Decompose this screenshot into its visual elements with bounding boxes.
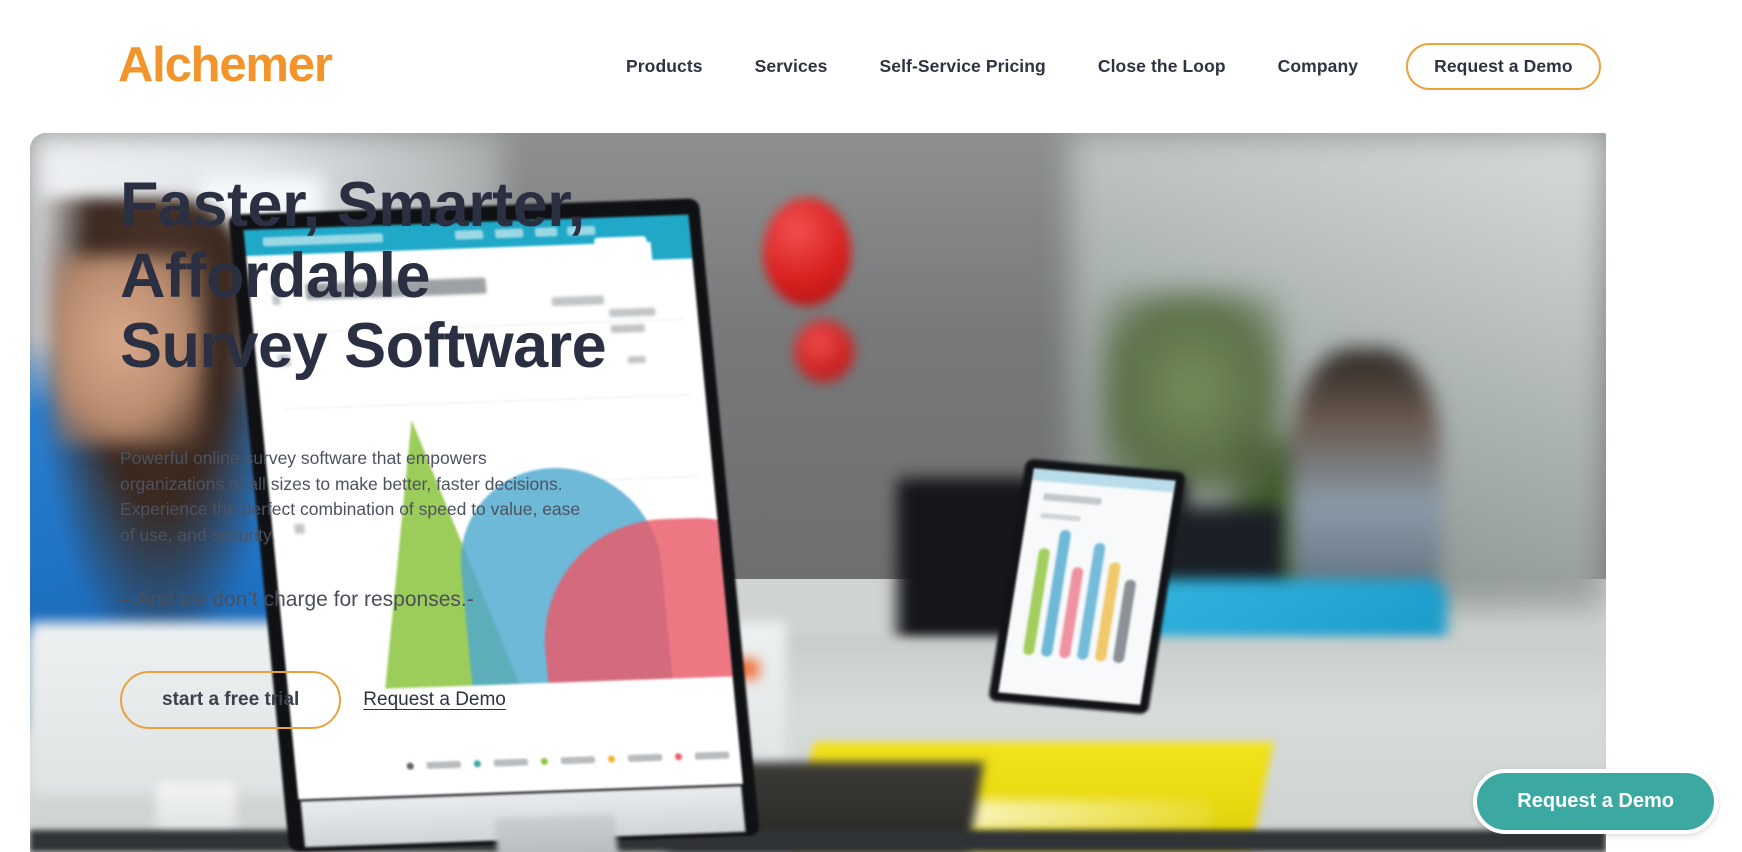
laptop-report-subtitle <box>1040 512 1082 522</box>
nav-item-close-the-loop[interactable]: Close the Loop <box>1072 56 1252 77</box>
nav-item-products[interactable]: Products <box>600 56 729 77</box>
desk-front-edge <box>30 830 1606 852</box>
legend-label <box>627 753 662 762</box>
hero-request-demo-link[interactable]: Request a Demo <box>363 689 506 711</box>
legend-swatch <box>405 762 414 770</box>
legend-label <box>694 751 729 760</box>
legend-label <box>560 756 595 765</box>
hero-headline-line-2: Affordable <box>120 240 431 311</box>
nav-item-company[interactable]: Company <box>1252 56 1384 77</box>
nav-item-services[interactable]: Services <box>729 56 854 77</box>
legend-swatch <box>472 760 481 768</box>
main-navigation: Products Services Self-Service Pricing C… <box>600 0 1601 133</box>
alchemer-logo[interactable]: Alchemer <box>118 41 333 90</box>
legend-swatch <box>674 753 682 761</box>
laptop-report-title <box>1043 492 1103 505</box>
legend-label <box>425 760 461 769</box>
legend-label <box>493 758 528 767</box>
hero-headline-line-3: Survey Software <box>120 311 607 382</box>
red-decor-sphere-secondary <box>794 319 855 382</box>
floating-request-demo-button[interactable]: Request a Demo <box>1473 769 1718 834</box>
chart-legend <box>405 751 729 770</box>
start-free-trial-button[interactable]: start a free trial <box>120 670 342 729</box>
site-header: Alchemer Products Services Self-Service … <box>0 0 1742 133</box>
hero-paragraph: Powerful online survey software that emp… <box>120 447 581 546</box>
red-decor-sphere <box>762 197 851 306</box>
hero-headline: Faster, Smarter, Affordable Survey Softw… <box>120 170 740 382</box>
background-person-right <box>1290 348 1441 609</box>
laptop-bar-chart <box>1022 526 1144 664</box>
legend-swatch <box>540 757 548 765</box>
hero-action-group: start a free trial Request a Demo <box>120 670 740 729</box>
monitor-stand <box>493 814 621 852</box>
nav-item-self-service-pricing[interactable]: Self-Service Pricing <box>853 56 1071 77</box>
legend-swatch <box>607 755 615 763</box>
hero-content: Faster, Smarter, Affordable Survey Softw… <box>120 170 740 729</box>
header-request-demo-button[interactable]: Request a Demo <box>1406 43 1601 90</box>
hero-headline-line-1: Faster, Smarter, <box>120 170 585 240</box>
hero-tagline: – And we don’t charge for responses.- <box>120 588 474 612</box>
